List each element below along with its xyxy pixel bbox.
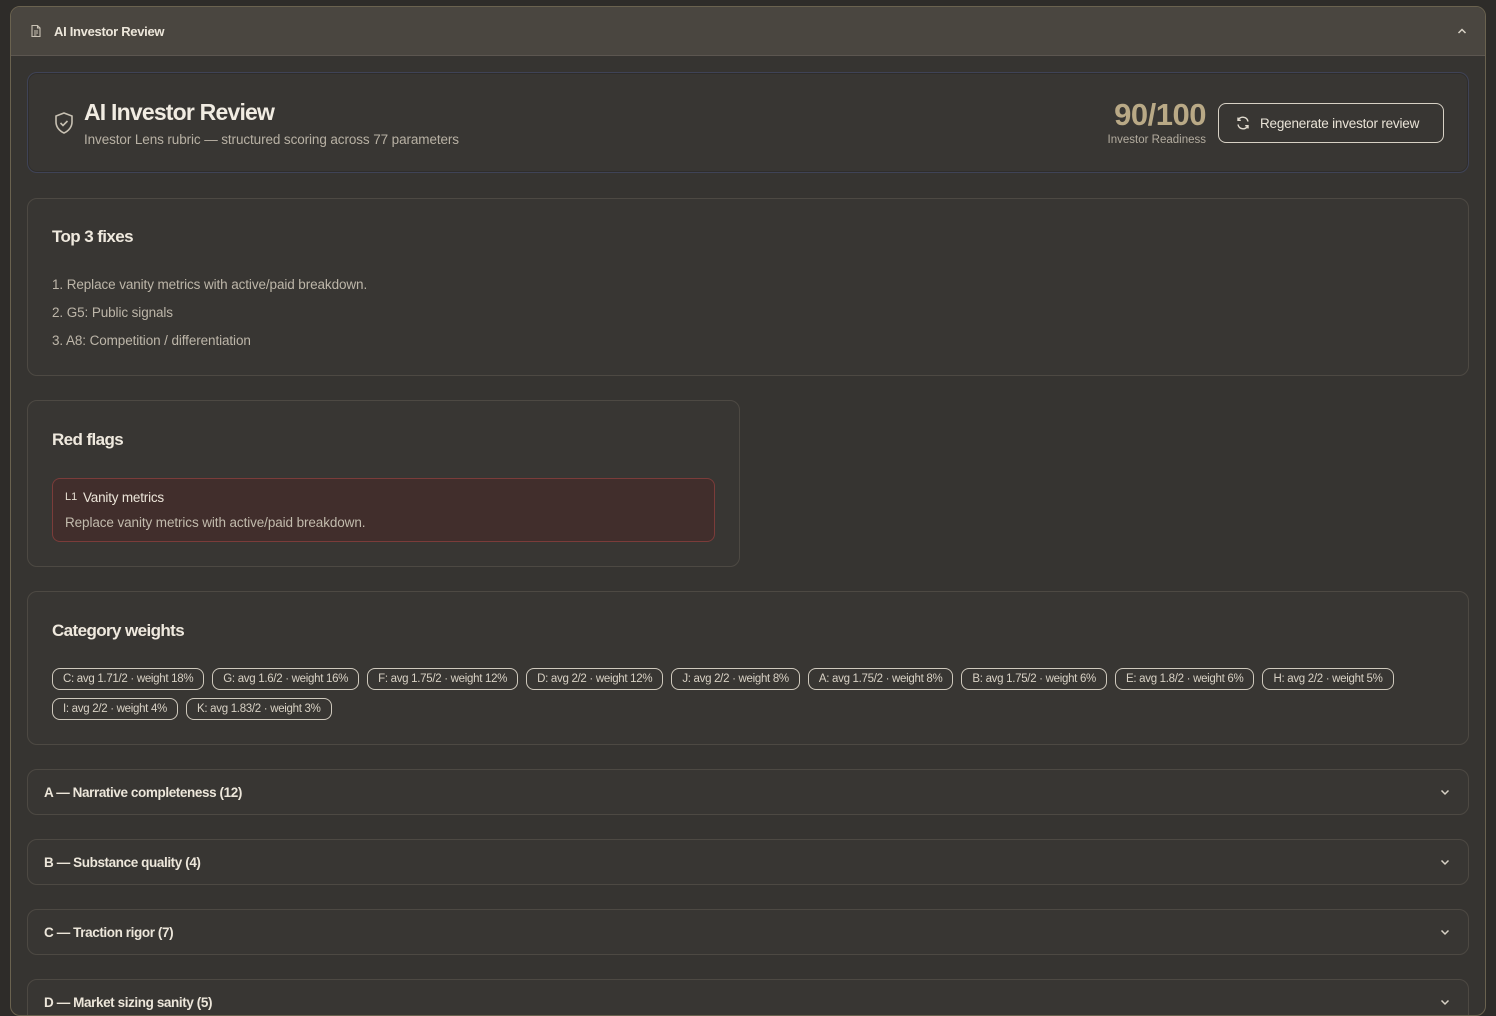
red-flags-title: Red flags	[52, 430, 124, 449]
panel-header[interactable]: AI Investor Review	[11, 7, 1485, 56]
red-flag-item: L1 Vanity metrics Replace vanity metrics…	[52, 478, 715, 542]
chevron-up-icon[interactable]	[1455, 24, 1469, 38]
hero-subtitle: Investor Lens rubric — structured scorin…	[84, 132, 459, 147]
section-label: C — Traction rigor (7)	[44, 924, 174, 940]
regenerate-label: Regenerate investor review	[1260, 115, 1420, 131]
chevron-down-icon[interactable]	[1438, 855, 1452, 869]
refresh-icon	[1235, 115, 1251, 131]
red-flag-text: Replace vanity metrics with active/paid …	[65, 515, 366, 530]
chevron-down-icon[interactable]	[1438, 995, 1452, 1009]
section-label: B — Substance quality (4)	[44, 854, 201, 870]
weight-chip: J: avg 2/2 · weight 8%	[671, 668, 800, 690]
regenerate-review-button[interactable]: Regenerate investor review	[1218, 103, 1444, 143]
readiness-score: 90/100	[1114, 97, 1206, 132]
weight-chip: D: avg 2/2 · weight 12%	[526, 668, 664, 690]
weight-chip: G: avg 1.6/2 · weight 16%	[212, 668, 360, 690]
fix-item: 2. G5: Public signals	[52, 305, 173, 320]
weight-chip: B: avg 1.75/2 · weight 6%	[961, 668, 1107, 690]
fix-item: 3. A8: Competition / differentiation	[52, 333, 251, 348]
weight-chip: A: avg 1.75/2 · weight 8%	[807, 668, 954, 690]
section-label: A — Narrative completeness (12)	[44, 784, 242, 800]
red-flags-card: Red flags L1 Vanity metrics Replace vani…	[27, 400, 740, 567]
chevron-down-icon[interactable]	[1438, 925, 1452, 939]
document-icon	[29, 24, 43, 38]
section-accordion-a[interactable]: A — Narrative completeness (12)	[27, 769, 1469, 815]
weight-chip: I: avg 2/2 · weight 4%	[52, 698, 178, 720]
top-fixes-list: 1. Replace vanity metrics with active/pa…	[52, 277, 367, 361]
red-flag-name: Vanity metrics	[83, 490, 164, 505]
readiness-label: Investor Readiness	[1107, 134, 1206, 146]
top-fixes-title: Top 3 fixes	[52, 227, 134, 246]
top-fixes-card: Top 3 fixes 1. Replace vanity metrics wi…	[27, 198, 1469, 376]
section-accordion-c[interactable]: C — Traction rigor (7)	[27, 909, 1469, 955]
fix-item: 1. Replace vanity metrics with active/pa…	[52, 277, 368, 292]
shield-check-icon	[53, 111, 75, 135]
weight-chip: C: avg 1.71/2 · weight 18%	[52, 668, 205, 690]
red-flag-id: L1	[65, 491, 78, 503]
weight-chip-list: C: avg 1.71/2 · weight 18% G: avg 1.6/2 …	[52, 668, 1452, 720]
chevron-down-icon[interactable]	[1438, 785, 1452, 799]
panel-title: AI Investor Review	[54, 23, 165, 39]
weight-chip: E: avg 1.8/2 · weight 6%	[1114, 668, 1255, 690]
section-accordion-b[interactable]: B — Substance quality (4)	[27, 839, 1469, 885]
category-weights-card: Category weights C: avg 1.71/2 · weight …	[27, 591, 1469, 745]
section-label: D — Market sizing sanity (5)	[44, 994, 213, 1010]
category-weights-title: Category weights	[52, 621, 185, 640]
review-hero: AI Investor Review Investor Lens rubric …	[27, 72, 1469, 173]
section-accordion-d[interactable]: D — Market sizing sanity (5)	[27, 979, 1469, 1015]
investor-review-panel: AI Investor Review AI Investor Review In…	[10, 6, 1486, 1016]
weight-chip: K: avg 1.83/2 · weight 3%	[186, 698, 332, 720]
weight-chip: H: avg 2/2 · weight 5%	[1262, 668, 1394, 690]
weight-chip: F: avg 1.75/2 · weight 12%	[367, 668, 519, 690]
hero-title: AI Investor Review	[84, 99, 275, 125]
